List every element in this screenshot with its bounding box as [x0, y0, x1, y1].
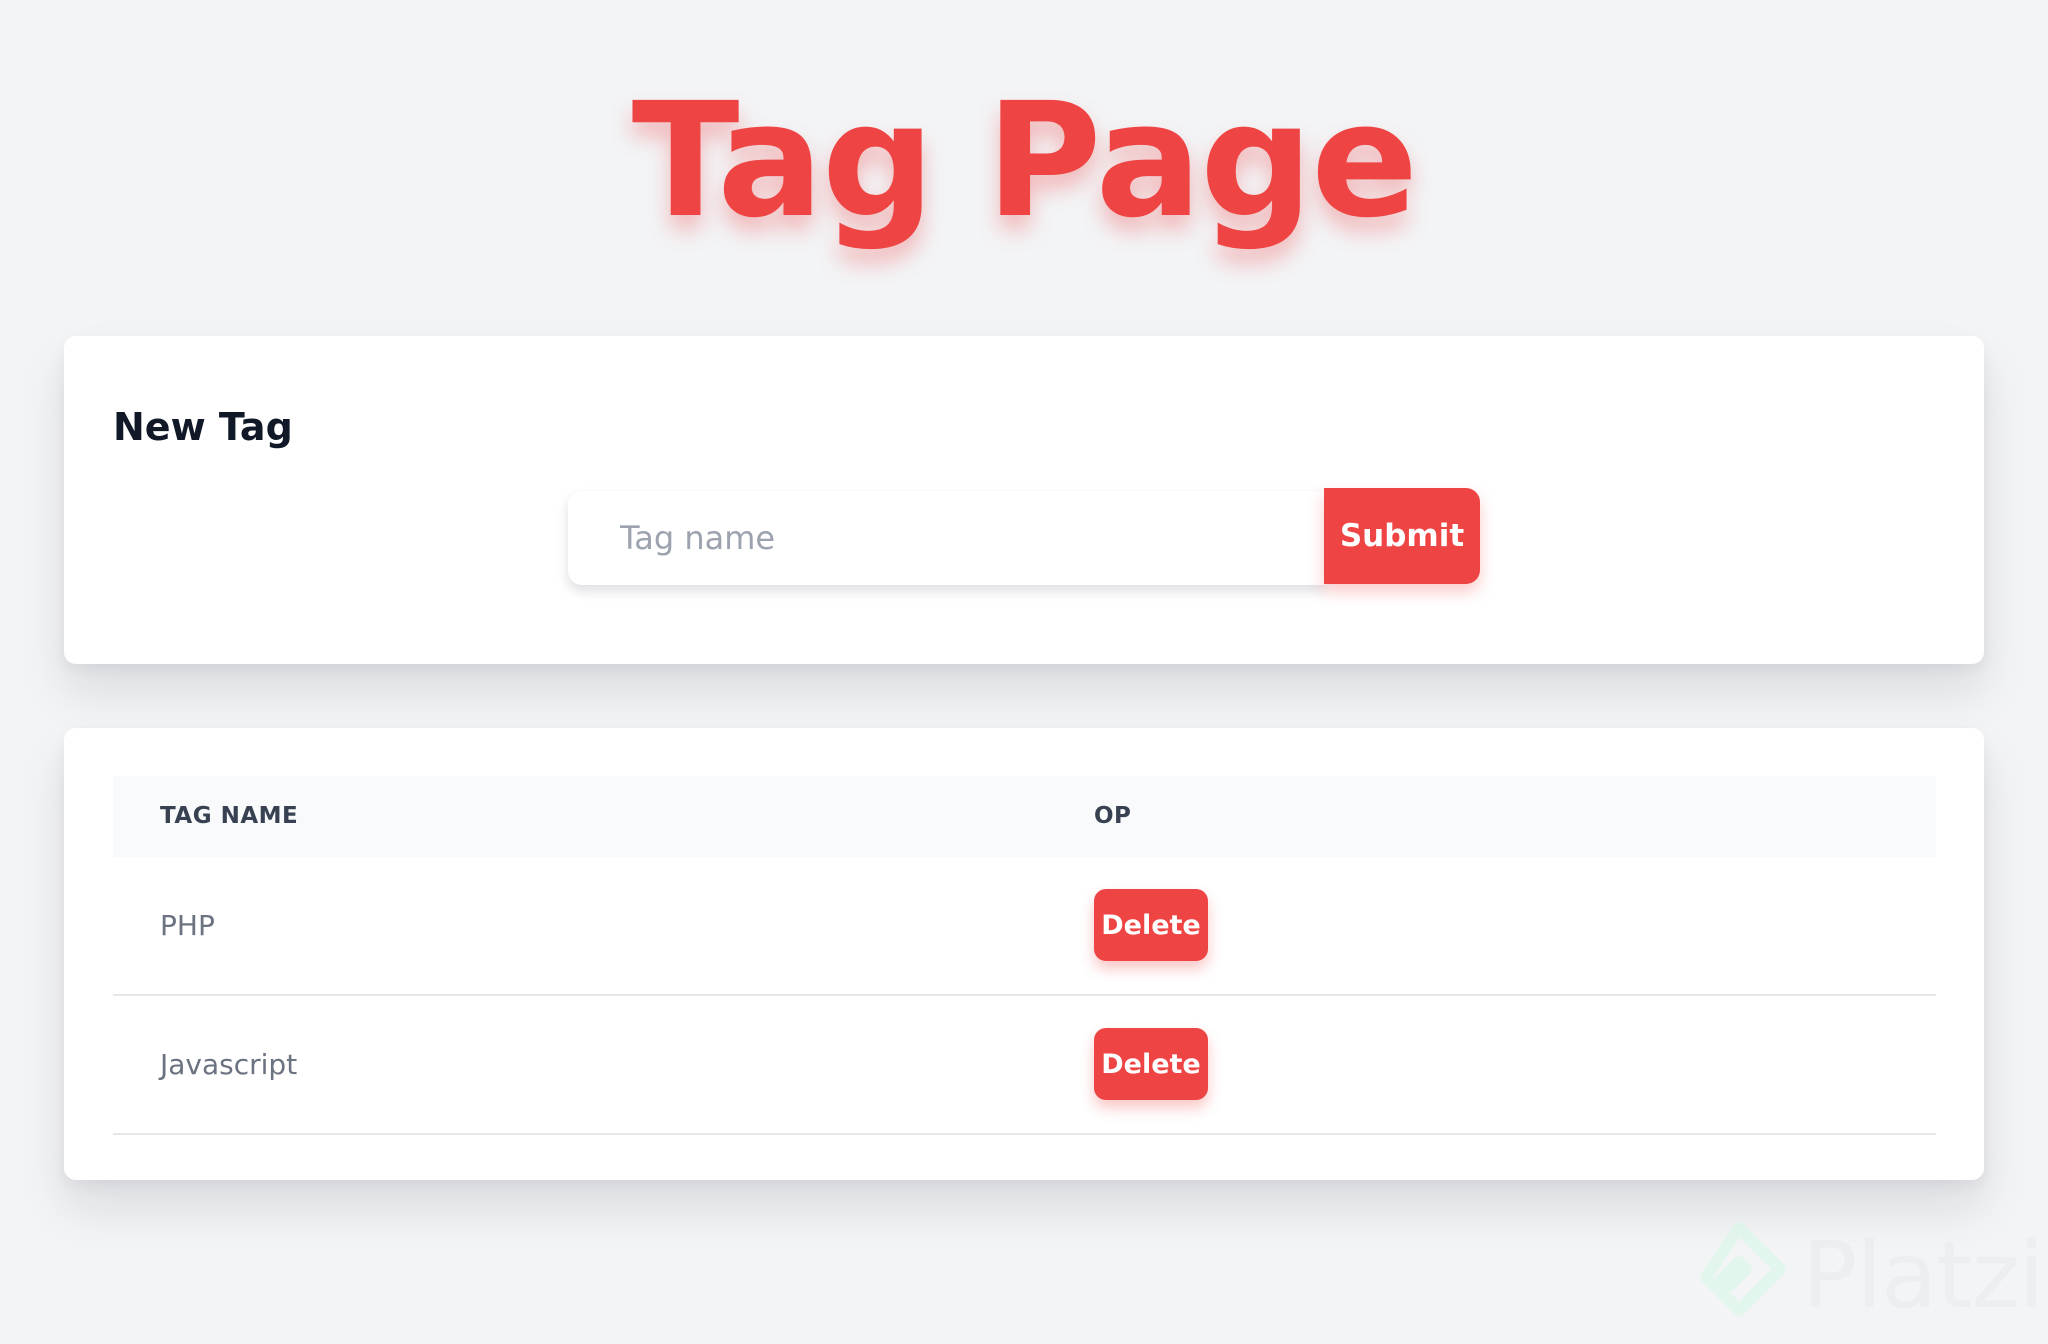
tags-table-card: TAG NAME OP PHP Delete Javascript Delete — [64, 728, 1984, 1180]
tag-name-cell: PHP — [160, 909, 215, 942]
tag-name-cell: Javascript — [160, 1048, 298, 1081]
delete-button[interactable]: Delete — [1094, 1028, 1208, 1100]
platzi-watermark-text: Platzi — [1802, 1222, 2044, 1329]
table-row: PHP Delete — [113, 857, 1936, 996]
new-tag-card: New Tag Submit — [64, 336, 1984, 664]
table-header-row: TAG NAME OP — [113, 776, 1936, 857]
column-header-op: OP — [1094, 803, 1132, 829]
delete-button[interactable]: Delete — [1094, 889, 1208, 961]
platzi-watermark: Platzi — [1684, 1216, 2044, 1338]
page-title: Tag Page — [631, 69, 1419, 253]
tag-name-input[interactable] — [568, 491, 1326, 585]
new-tag-heading: New Tag — [113, 405, 293, 449]
table-row: Javascript Delete — [113, 996, 1936, 1135]
platzi-logo-icon — [1700, 1222, 1786, 1316]
submit-button[interactable]: Submit — [1324, 488, 1480, 584]
column-header-tag-name: TAG NAME — [160, 803, 299, 829]
